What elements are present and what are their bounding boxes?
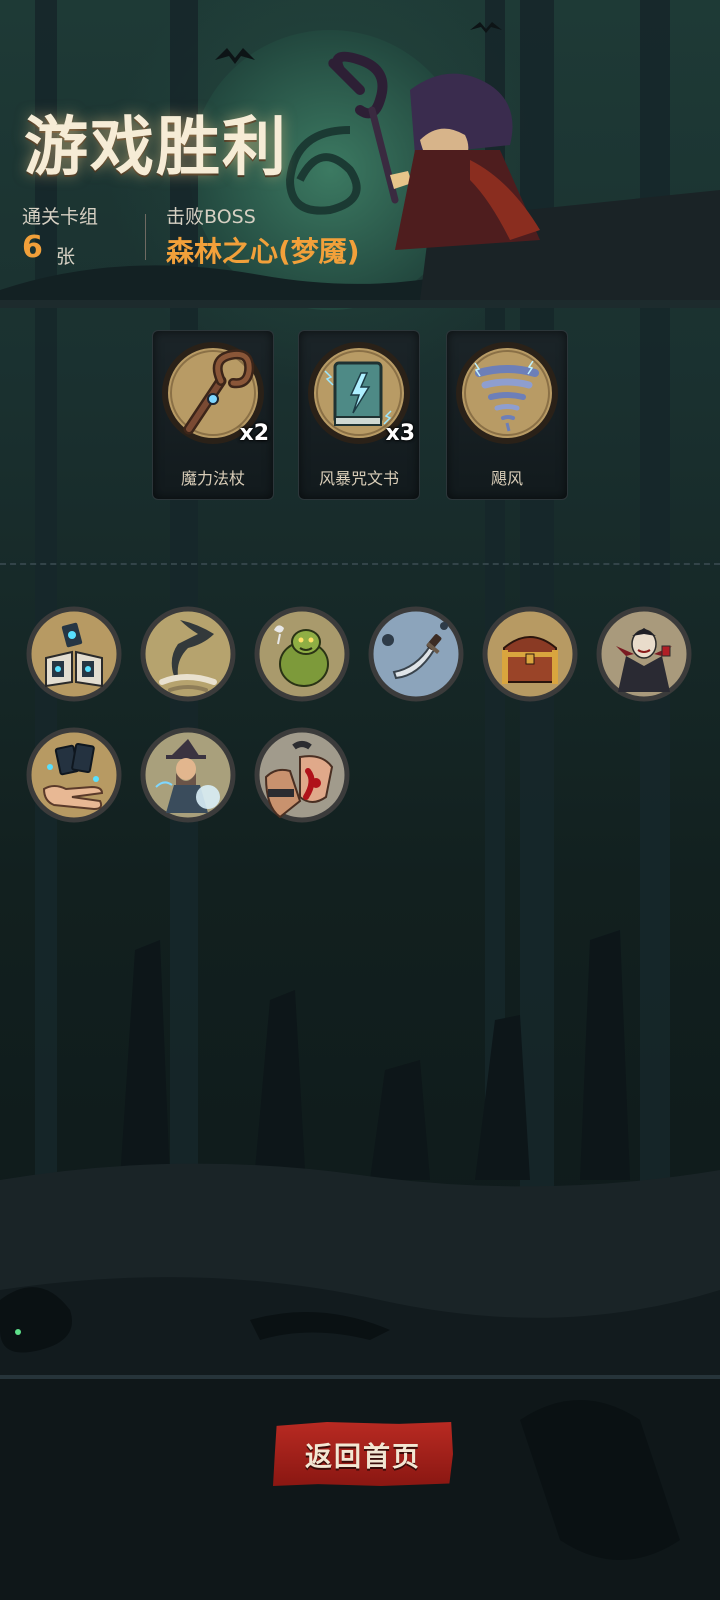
stats-divider xyxy=(145,214,146,260)
wizard-casting-icon xyxy=(140,727,236,823)
hurricane-icon xyxy=(455,341,559,445)
boss-name: 森林之心(梦魇) xyxy=(166,235,360,268)
relic-vampire[interactable] xyxy=(596,606,692,702)
relic-tornado[interactable] xyxy=(140,606,236,702)
relic-spellbook-cards[interactable] xyxy=(26,606,122,702)
spellbook-cards-icon xyxy=(26,606,122,702)
dagger-icon xyxy=(368,606,464,702)
reward-multiplier: x2 xyxy=(239,421,270,446)
treasure-chest-icon xyxy=(482,606,578,702)
relic-treasure-chest[interactable] xyxy=(482,606,578,702)
victory-title: 游戏胜利 xyxy=(24,111,288,185)
return-home-button[interactable]: 返回首页 xyxy=(273,1422,453,1486)
reward-name: 魔力法杖 xyxy=(180,469,245,488)
reward-card-hurricane[interactable]: 飓风 xyxy=(446,330,568,500)
relic-dagger[interactable] xyxy=(368,606,464,702)
tornado-icon xyxy=(140,606,236,702)
reward-card-storm-spellbook[interactable]: x3 风暴咒文书 xyxy=(298,330,420,500)
boss-label: 击败BOSS xyxy=(166,206,256,228)
relic-ogre-monster[interactable] xyxy=(254,606,350,702)
deck-count: 6 xyxy=(22,230,43,265)
bloody-fist-icon xyxy=(254,727,350,823)
reward-name: 飓风 xyxy=(490,469,523,488)
deck-label: 通关卡组 xyxy=(22,206,99,228)
relic-bloody-fist[interactable] xyxy=(254,727,350,823)
section-divider xyxy=(0,563,720,565)
magic-hand-cards-icon xyxy=(26,727,122,823)
return-home-label: 返回首页 xyxy=(305,1441,421,1473)
relic-magic-hand-cards[interactable] xyxy=(26,727,122,823)
reward-card-magic-staff[interactable]: x2 魔力法杖 xyxy=(152,330,274,500)
relic-wizard-casting[interactable] xyxy=(140,727,236,823)
vampire-icon xyxy=(596,606,692,702)
deck-unit: 张 xyxy=(56,246,76,268)
ogre-monster-icon xyxy=(254,606,350,702)
reward-multiplier: x3 xyxy=(385,421,416,446)
reward-name: 风暴咒文书 xyxy=(318,469,399,488)
